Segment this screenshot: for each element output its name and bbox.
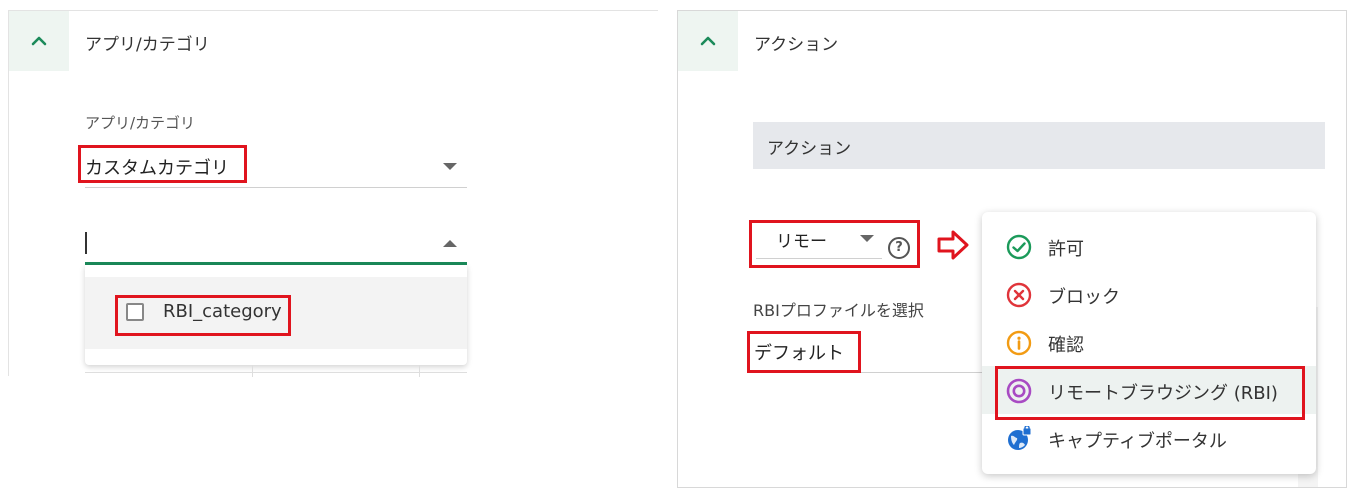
check-circle-icon <box>1006 234 1032 260</box>
menu-item-confirm[interactable]: 確認 <box>982 318 1316 366</box>
info-circle-icon <box>1006 330 1032 356</box>
chevron-up-icon <box>31 36 47 46</box>
rbi-profile-label: RBIプロファイルを選択 <box>753 301 924 320</box>
highlight-box <box>995 366 1305 420</box>
action-dropdown-menu: 許可 ブロック 確認 リモートブラウジング (RBI) キャプティブポータル <box>982 212 1316 474</box>
app-category-field-label: アプリ/カテゴリ <box>85 114 196 132</box>
collapse-app-category-button[interactable] <box>9 11 69 71</box>
right-arrow-icon <box>937 230 969 260</box>
menu-item-block[interactable]: ブロック <box>982 270 1316 318</box>
menu-item-captive-portal[interactable]: キャプティブポータル <box>982 414 1316 462</box>
highlight-box <box>115 295 291 336</box>
dropdown-caret-up-icon <box>443 240 457 247</box>
x-circle-icon <box>1006 282 1032 308</box>
section-title: アプリ/カテゴリ <box>85 35 210 55</box>
action-subheader: アクション <box>753 122 1325 169</box>
action-panel: アクション アクション リモー ? RBIプロファイルを選択 デフォルト 許可 <box>677 10 1347 488</box>
highlight-box <box>747 331 861 373</box>
app-category-panel: アプリ/カテゴリ アプリ/カテゴリ カスタムカテゴリ RBI_category <box>8 10 658 377</box>
menu-item-label: 許可 <box>1048 239 1084 260</box>
section-title: アクション <box>754 35 839 55</box>
menu-item-allow[interactable]: 許可 <box>982 222 1316 270</box>
subheader-label: アクション <box>767 139 852 159</box>
text-cursor <box>85 232 87 254</box>
globe-lock-icon <box>1008 426 1032 450</box>
dropdown-caret-icon <box>443 163 457 170</box>
collapse-action-button[interactable] <box>678 11 738 71</box>
help-icon[interactable]: ? <box>888 237 910 259</box>
chevron-up-icon <box>700 36 716 46</box>
menu-item-label: キャプティブポータル <box>1048 431 1227 452</box>
menu-item-label: ブロック <box>1048 287 1120 308</box>
highlight-box <box>78 145 247 183</box>
menu-item-label: 確認 <box>1048 335 1084 356</box>
